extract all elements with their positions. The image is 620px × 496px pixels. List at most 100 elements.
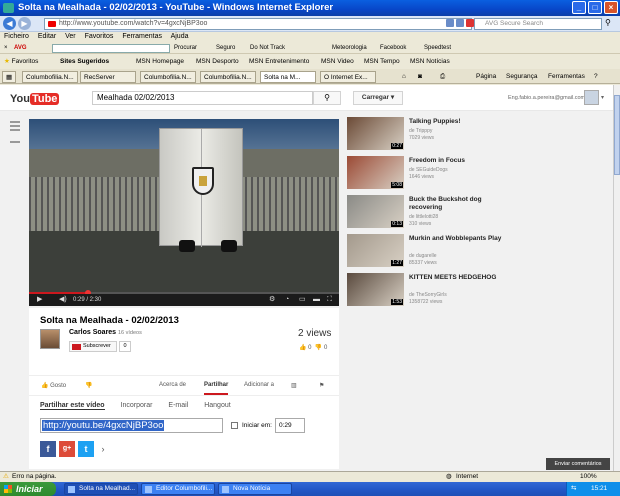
stats-icon[interactable]: ▥ <box>291 382 297 389</box>
avg-do-not-track-button[interactable]: Do Not Track <box>250 42 285 54</box>
account-avatar[interactable] <box>584 90 599 105</box>
related-item[interactable]: 1:27 Murkin and Wobblepants Play de duga… <box>347 234 507 268</box>
avg-brand[interactable]: AVG <box>14 42 27 54</box>
share-url-input[interactable]: http://youtu.be/4gxcNjBP3oo <box>40 418 223 433</box>
youtube-search-input[interactable]: Mealhada 02/02/2013 <box>92 91 313 105</box>
dislike-button[interactable]: 👎 <box>85 382 92 389</box>
page-menu[interactable]: Página <box>476 70 496 83</box>
chevron-down-icon[interactable]: ▾ <box>601 94 604 101</box>
related-title[interactable]: Talking Puppies! <box>409 118 507 126</box>
share-tab-hangout[interactable]: Hangout <box>204 402 230 409</box>
avg-speedtest-button[interactable]: Speedtest <box>424 42 451 54</box>
flag-icon[interactable]: ⚑ <box>319 382 324 389</box>
close-toolbar-icon[interactable]: × <box>4 42 8 54</box>
youtube-logo[interactable]: You Tube <box>10 93 60 105</box>
avg-search-button[interactable]: Procurar <box>174 42 197 54</box>
help-icon[interactable]: ? <box>594 70 598 83</box>
youtube-search-button[interactable]: ⚲ <box>313 91 341 105</box>
related-thumbnail[interactable]: 5:08 <box>347 156 404 189</box>
menu-view[interactable]: Ver <box>65 33 76 40</box>
fav-item-msn-entertainment[interactable]: MSN Entretenimento <box>249 55 309 69</box>
related-thumbnail[interactable]: 1:27 <box>347 234 404 267</box>
menu-file[interactable]: Ficheiro <box>4 33 29 40</box>
related-item[interactable]: 0:27 Talking Puppies! de Tripppy 7029 vi… <box>347 117 507 151</box>
back-icon[interactable]: ◀ <box>3 17 16 30</box>
quick-tabs-icon[interactable]: ▦ <box>2 71 16 83</box>
forward-icon[interactable]: ▶ <box>18 17 31 30</box>
tab-solta-na-mealhada[interactable]: Solta na M... <box>260 71 316 83</box>
video-player[interactable]: ▶ ◀) 0:29 / 2:30 ⚙ ◔ ▭ ▬ ⛶ <box>29 119 339 306</box>
avg-secure-button[interactable]: Seguro <box>216 42 235 54</box>
start-at-checkbox[interactable] <box>231 422 238 429</box>
related-title[interactable]: Freedom in Focus <box>409 157 507 165</box>
watch-later-icon[interactable]: ◔ <box>285 295 289 305</box>
twitter-share-icon[interactable]: t <box>78 441 94 457</box>
small-player-icon[interactable]: ▭ <box>299 295 306 305</box>
zoom-level[interactable]: 100% <box>580 472 597 482</box>
guide-square-icon[interactable] <box>10 141 20 143</box>
share-tab-share[interactable]: Partilhar este vídeo <box>40 402 105 410</box>
fav-item-msn-news[interactable]: MSN Notícias <box>410 55 450 69</box>
avg-facebook-button[interactable]: Facebook <box>380 42 406 54</box>
large-player-icon[interactable]: ▬ <box>313 295 320 305</box>
search-icon[interactable]: ⚲ <box>605 18 611 27</box>
tools-menu[interactable]: Ferramentas <box>548 70 585 83</box>
browser-search-input[interactable]: AVG Secure Search <box>474 18 602 30</box>
like-button[interactable]: 👍 Gosto <box>41 382 66 389</box>
avg-weather-button[interactable]: Meteorologia <box>332 42 367 54</box>
tab-columbofilia-1[interactable]: Columbofilia.N... <box>22 71 78 83</box>
refresh-icon[interactable] <box>446 19 454 27</box>
taskbar-item-editor[interactable]: Editor Columbofili... <box>141 483 215 495</box>
account-email[interactable]: Eng.fabio.a.pereira@gmail.com <box>508 95 585 101</box>
tab-about[interactable]: Acerca de <box>159 382 186 388</box>
googleplus-share-icon[interactable]: g+ <box>59 441 75 457</box>
related-item[interactable]: 1:53 KITTEN MEETS HEDGEHOG de TheSorryGi… <box>347 273 507 307</box>
tab-internet-explorer[interactable]: O Internet Ex... <box>320 71 376 83</box>
tab-share[interactable]: Partilhar <box>204 382 229 395</box>
send-feedback-button[interactable]: Enviar comentários <box>546 458 610 470</box>
page-scrollbar[interactable] <box>613 85 620 471</box>
upload-button[interactable]: Carregar ▾ <box>353 91 403 105</box>
rss-icon[interactable]: ◙ <box>418 70 422 83</box>
volume-icon[interactable]: ◀) <box>59 295 67 305</box>
tab-recserver[interactable]: RecServer <box>80 71 136 83</box>
compatibility-icon[interactable] <box>456 19 464 27</box>
related-title[interactable]: Buck the Buckshot dog recovering <box>409 196 507 212</box>
minimize-button[interactable]: _ <box>572 1 586 14</box>
favorites-button[interactable]: ★ Favoritos <box>4 55 38 69</box>
taskbar-item-news[interactable]: Nova Notícia <box>218 483 292 495</box>
fav-item-msn-sports[interactable]: MSN Desporto <box>196 55 239 69</box>
network-icon[interactable]: ⇆ <box>571 482 576 496</box>
related-item[interactable]: 0:13 Buck the Buckshot dog recovering de… <box>347 195 507 229</box>
related-title[interactable]: KITTEN MEETS HEDGEHOG <box>409 274 507 282</box>
channel-avatar[interactable] <box>40 329 60 349</box>
fullscreen-icon[interactable]: ⛶ <box>327 295 332 305</box>
related-thumbnail[interactable]: 0:13 <box>347 195 404 228</box>
fav-item-msn-video[interactable]: MSN Video <box>321 55 354 69</box>
home-icon[interactable]: ⌂ <box>402 70 406 83</box>
menu-edit[interactable]: Editar <box>38 33 56 40</box>
menu-help[interactable]: Ajuda <box>171 33 189 40</box>
close-button[interactable]: × <box>604 1 618 14</box>
related-item[interactable]: 5:08 Freedom in Focus de SEGuideDogs 164… <box>347 156 507 190</box>
fav-item-msn-weather[interactable]: MSN Tempo <box>364 55 400 69</box>
menu-favorites[interactable]: Favoritos <box>85 33 114 40</box>
safety-menu[interactable]: Segurança <box>506 70 537 83</box>
guide-menu-icon[interactable] <box>10 121 20 145</box>
tab-add-to[interactable]: Adicionar a <box>244 382 274 388</box>
tab-columbofilia-2[interactable]: Columbofilia.N... <box>140 71 196 83</box>
settings-icon[interactable]: ⚙ <box>269 295 275 305</box>
clock[interactable]: 15:21 <box>591 485 607 492</box>
menu-tools[interactable]: Ferramentas <box>122 33 162 40</box>
subscribe-button[interactable]: Subscrever <box>69 341 117 352</box>
facebook-share-icon[interactable]: f <box>40 441 56 457</box>
play-icon[interactable]: ▶ <box>37 295 42 305</box>
fav-item-msn-home[interactable]: MSN Homepage <box>136 55 184 69</box>
related-title[interactable]: Murkin and Wobblepants Play <box>409 235 507 243</box>
url-input[interactable]: http://www.youtube.com/watch?v=4gxcNjBP3… <box>44 18 472 30</box>
taskbar-item-youtube[interactable]: Solta na Mealhad... <box>64 483 138 495</box>
more-share-icon[interactable]: › <box>95 441 111 457</box>
channel-name[interactable]: Carlos Soares <box>69 329 116 336</box>
related-thumbnail[interactable]: 0:27 <box>347 117 404 150</box>
related-thumbnail[interactable]: 1:53 <box>347 273 404 306</box>
